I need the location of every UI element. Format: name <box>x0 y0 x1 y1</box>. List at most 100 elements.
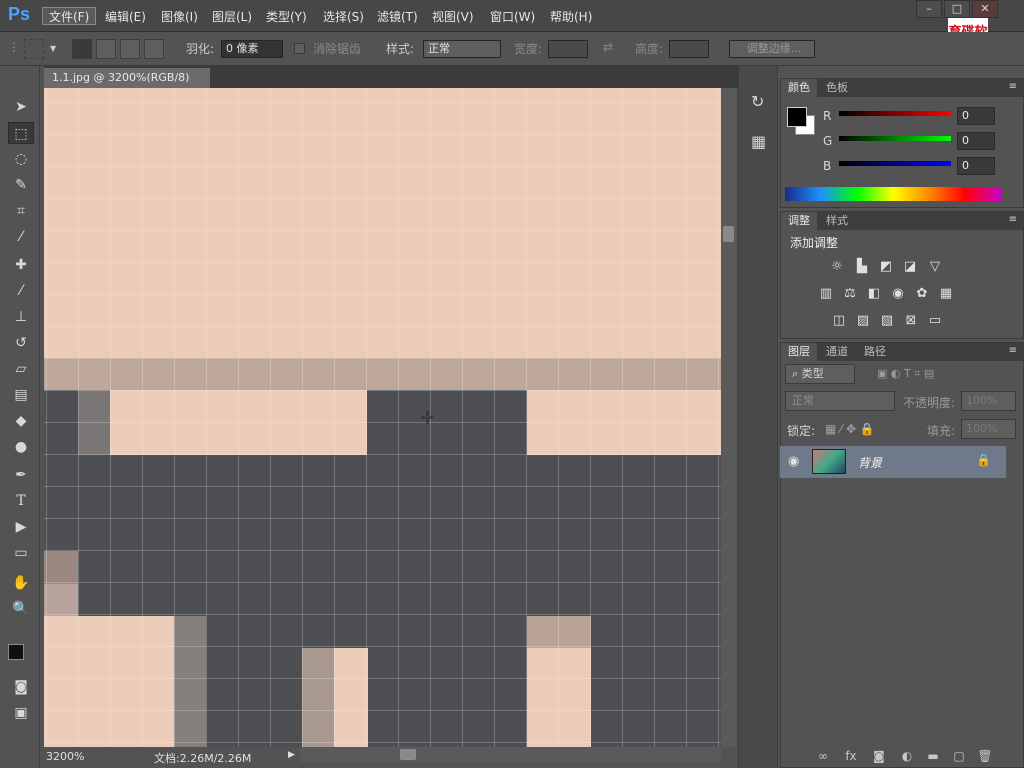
zoom-icon[interactable]: 🔍 <box>8 598 34 620</box>
chevron-down-icon[interactable]: ▼ <box>50 44 56 53</box>
menu-type[interactable]: 类型(Y) <box>260 8 313 26</box>
height-input[interactable] <box>669 40 709 58</box>
feather-input[interactable]: 0 像素 <box>221 40 283 58</box>
minimize-icon[interactable]: – <box>916 0 942 18</box>
new-selection-icon[interactable] <box>72 39 92 59</box>
blend-mode-select[interactable]: 正常 <box>785 391 895 411</box>
properties-icon[interactable]: ▦ <box>751 132 766 151</box>
close-icon[interactable]: ✕ <box>972 0 998 18</box>
swap-icon[interactable]: ⇄ <box>603 40 613 54</box>
vibrance-icon[interactable]: ▽ <box>927 260 943 274</box>
menu-filter[interactable]: 滤镜(T) <box>371 8 424 26</box>
path-select-icon[interactable]: ▶ <box>8 516 34 538</box>
menu-view[interactable]: 视图(V) <box>426 8 480 26</box>
exposure-icon[interactable]: ◪ <box>902 260 918 274</box>
layer-kind-filter[interactable]: ⌕ 类型 <box>785 364 855 384</box>
horizontal-scroll-thumb[interactable] <box>400 749 416 760</box>
g-slider[interactable] <box>839 136 951 141</box>
b-input[interactable]: 0 <box>957 157 995 175</box>
canvas[interactable]: ✛ <box>44 88 721 747</box>
menu-select[interactable]: 选择(S) <box>317 8 370 26</box>
gradient-icon[interactable]: ▤ <box>8 384 34 406</box>
rect-marquee-icon[interactable]: ⬚ <box>8 122 34 144</box>
fg-color-swatch[interactable] <box>787 107 807 127</box>
panel-menu-icon[interactable]: ≡ <box>1009 345 1017 356</box>
menu-help[interactable]: 帮助(H) <box>544 8 598 26</box>
zoom-level[interactable]: 3200% <box>46 750 84 763</box>
menu-image[interactable]: 图像(I) <box>155 8 204 26</box>
crop-icon[interactable]: ⌗ <box>8 200 34 222</box>
stamp-icon[interactable]: ⊥ <box>8 306 34 328</box>
new-group-icon[interactable]: ▬ <box>924 747 942 765</box>
maximize-icon[interactable]: □ <box>944 0 970 18</box>
hue-saturation-icon[interactable]: ▥ <box>818 287 834 301</box>
fill-input[interactable]: 100% <box>961 419 1016 439</box>
pen-icon[interactable]: ✒ <box>8 464 34 486</box>
tab-channels[interactable]: 通道 <box>819 343 855 361</box>
eye-visibility-icon[interactable]: ◉ <box>788 454 799 469</box>
tab-swatches[interactable]: 色板 <box>819 79 855 97</box>
tab-styles[interactable]: 样式 <box>819 212 855 230</box>
move-tool-icon[interactable]: ➤ <box>8 96 34 118</box>
brightness-icon[interactable]: ☼ <box>829 260 845 274</box>
intersect-selection-icon[interactable] <box>144 39 164 59</box>
eraser-icon[interactable]: ▱ <box>8 358 34 380</box>
black-white-icon[interactable]: ◧ <box>866 287 882 301</box>
r-slider[interactable] <box>839 111 951 116</box>
link-layers-icon[interactable]: ∞ <box>814 747 832 765</box>
fx-icon[interactable]: fx <box>842 747 860 765</box>
refine-edge-button[interactable]: 调整边缘... <box>729 40 815 58</box>
opacity-input[interactable]: 100% <box>961 391 1016 411</box>
document-tab[interactable]: 1.1.jpg @ 3200%(RGB/8) × <box>44 68 210 104</box>
brush-icon[interactable]: ⁄ <box>8 280 34 302</box>
gradient-map-icon[interactable]: ▭ <box>927 314 943 328</box>
eyedropper-icon[interactable]: ⁄ <box>8 226 34 248</box>
marquee-tool-icon[interactable] <box>24 39 44 59</box>
tab-color[interactable]: 颜色 <box>781 79 817 97</box>
width-input[interactable] <box>548 40 588 58</box>
color-lookup-icon[interactable]: ▦ <box>938 287 954 301</box>
filter-icons[interactable]: ▣ ◐ T ⌗ ▤ <box>877 367 934 381</box>
b-slider[interactable] <box>839 161 951 166</box>
add-selection-icon[interactable] <box>96 39 116 59</box>
blur-icon[interactable]: ◆ <box>8 410 34 432</box>
layer-row-background[interactable]: ◉ 背景 🔒 <box>780 446 1006 478</box>
antialias-checkbox[interactable] <box>294 43 305 54</box>
new-layer-icon[interactable]: ▢ <box>950 747 968 765</box>
quick-select-icon[interactable]: ✎ <box>8 174 34 196</box>
r-input[interactable]: 0 <box>957 107 995 125</box>
lasso-icon[interactable]: ◌ <box>8 148 34 170</box>
menu-layer[interactable]: 图层(L) <box>206 8 258 26</box>
channel-mixer-icon[interactable]: ✿ <box>914 287 930 301</box>
tab-paths[interactable]: 路径 <box>857 343 893 361</box>
tab-adjustments[interactable]: 调整 <box>781 212 817 230</box>
tab-layers[interactable]: 图层 <box>781 343 817 361</box>
color-balance-icon[interactable]: ⚖ <box>842 287 858 301</box>
menu-edit[interactable]: 编辑(E) <box>99 8 152 26</box>
lock-icons[interactable]: ▦ ⁄ ✥ 🔒 <box>825 422 875 436</box>
panel-menu-icon[interactable]: ≡ <box>1009 81 1017 92</box>
g-input[interactable]: 0 <box>957 132 995 150</box>
photo-filter-icon[interactable]: ◉ <box>890 287 906 301</box>
shape-icon[interactable]: ▭ <box>8 542 34 564</box>
invert-icon[interactable]: ◫ <box>831 314 847 328</box>
horizontal-scrollbar[interactable] <box>300 747 721 762</box>
quick-mask-icon[interactable]: ◙ <box>8 676 34 698</box>
menu-file[interactable]: 文件(F) <box>42 7 97 25</box>
screen-mode-icon[interactable]: ▣ <box>8 702 34 724</box>
healing-brush-icon[interactable]: ✚ <box>8 254 34 276</box>
status-arrow-icon[interactable]: ▶ <box>288 750 295 760</box>
style-select[interactable]: 正常 <box>423 40 501 58</box>
posterize-icon[interactable]: ▨ <box>855 314 871 328</box>
menu-window[interactable]: 窗口(W) <box>484 8 541 26</box>
subtract-selection-icon[interactable] <box>120 39 140 59</box>
delete-layer-icon[interactable]: 🗑 <box>976 747 994 765</box>
vertical-scroll-thumb[interactable] <box>723 226 734 242</box>
hand-icon[interactable]: ✋ <box>8 572 34 594</box>
dodge-icon[interactable]: ● <box>8 436 34 458</box>
selective-color-icon[interactable]: ⊠ <box>903 314 919 328</box>
history-icon[interactable]: ↻ <box>751 92 764 111</box>
foreground-color-swatch[interactable] <box>8 644 24 660</box>
vertical-scrollbar[interactable] <box>721 88 736 747</box>
curves-icon[interactable]: ◩ <box>878 260 894 274</box>
